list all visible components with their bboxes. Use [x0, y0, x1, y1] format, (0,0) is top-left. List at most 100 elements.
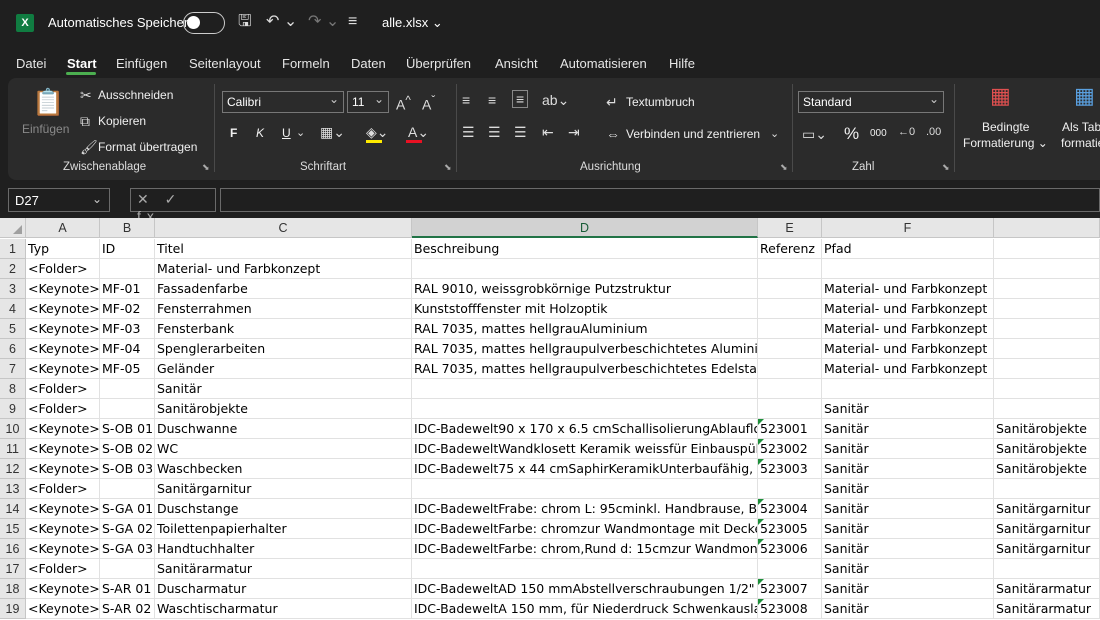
- table-cell[interactable]: MF-04: [100, 339, 155, 359]
- table-cell[interactable]: [758, 559, 822, 579]
- table-cell[interactable]: Toilettenpapierhalter: [155, 519, 412, 539]
- table-cell[interactable]: [994, 259, 1100, 279]
- tab-start[interactable]: Start: [67, 56, 97, 71]
- name-box-dropdown-icon[interactable]: ⌄: [92, 192, 102, 206]
- table-cell[interactable]: S-GA 01: [100, 499, 155, 519]
- row-header[interactable]: 4: [0, 299, 26, 319]
- column-header[interactable]: B: [100, 218, 155, 238]
- column-header[interactable]: C: [155, 218, 412, 238]
- font-size-dropdown[interactable]: 11: [347, 91, 389, 113]
- conditional-formatting-icon[interactable]: ▦: [990, 85, 1011, 107]
- table-cell[interactable]: Waschtischarmatur: [155, 599, 412, 619]
- table-cell[interactable]: Sanitärobjekte: [994, 439, 1100, 459]
- fill-color-icon[interactable]: ◈⌄: [366, 124, 389, 140]
- decrease-decimal-icon[interactable]: .00: [926, 124, 941, 140]
- table-cell[interactable]: Sanitärgarnitur: [994, 539, 1100, 559]
- table-cell[interactable]: Sanitär: [822, 499, 994, 519]
- table-cell[interactable]: MF-05: [100, 359, 155, 379]
- paste-button[interactable]: Einfügen: [22, 122, 69, 136]
- table-cell[interactable]: Sanitär: [822, 399, 994, 419]
- table-cell[interactable]: IDC-BadeweltWandklosett Keramik weissfür…: [412, 439, 758, 459]
- table-cell[interactable]: RAL 9010, weissgrobkörnige Putzstruktur: [412, 279, 758, 299]
- grow-font-icon[interactable]: A^: [396, 93, 411, 113]
- row-header[interactable]: 16: [0, 539, 26, 559]
- format-painter-button[interactable]: Format übertragen: [98, 140, 197, 154]
- align-top-icon[interactable]: ≡: [462, 92, 470, 108]
- table-cell[interactable]: Sanitär: [822, 439, 994, 459]
- table-cell[interactable]: RAL 7035, mattes hellgrauAluminium: [412, 319, 758, 339]
- format-as-table-label-2[interactable]: formatier: [1061, 136, 1100, 150]
- table-cell[interactable]: Sanitärarmatur: [155, 559, 412, 579]
- italic-button[interactable]: K: [256, 126, 264, 140]
- table-cell[interactable]: [758, 379, 822, 399]
- table-cell[interactable]: [994, 399, 1100, 419]
- table-cell[interactable]: [412, 399, 758, 419]
- table-cell[interactable]: [100, 559, 155, 579]
- row-header[interactable]: 6: [0, 339, 26, 359]
- conditional-formatting-label-1[interactable]: Bedingte: [982, 120, 1029, 134]
- tab-ansicht[interactable]: Ansicht: [495, 56, 538, 71]
- table-cell[interactable]: <Folder>: [26, 559, 100, 579]
- table-cell[interactable]: Sanitärgarnitur: [994, 519, 1100, 539]
- table-cell[interactable]: 523004: [758, 499, 822, 519]
- table-cell[interactable]: Kunststofffenster mit Holzoptik: [412, 299, 758, 319]
- wrap-text-button[interactable]: Textumbruch: [626, 95, 695, 109]
- tab-datei[interactable]: Datei: [16, 56, 46, 71]
- table-cell[interactable]: [994, 359, 1100, 379]
- table-cell[interactable]: Sanitärgarnitur: [994, 499, 1100, 519]
- table-cell[interactable]: Material- und Farbkonzept: [822, 279, 994, 299]
- table-cell[interactable]: Waschbecken: [155, 459, 412, 479]
- table-cell[interactable]: IDC-BadeweltFarbe: chrom,Rund d: 15cmzur…: [412, 539, 758, 559]
- currency-icon[interactable]: ▭⌄: [802, 126, 827, 142]
- row-header[interactable]: 11: [0, 439, 26, 459]
- table-cell[interactable]: ID: [100, 239, 155, 259]
- column-header[interactable]: D: [412, 218, 758, 238]
- table-cell[interactable]: IDC-BadeweltA 150 mm, für Niederdruck Sc…: [412, 599, 758, 619]
- table-cell[interactable]: S-OB 03: [100, 459, 155, 479]
- table-cell[interactable]: <Keynote>: [26, 519, 100, 539]
- table-cell[interactable]: MF-02: [100, 299, 155, 319]
- table-cell[interactable]: Titel: [155, 239, 412, 259]
- table-cell[interactable]: [994, 559, 1100, 579]
- increase-indent-icon[interactable]: ⇥: [568, 124, 580, 140]
- table-cell[interactable]: Material- und Farbkonzept: [822, 319, 994, 339]
- table-cell[interactable]: <Keynote>: [26, 439, 100, 459]
- table-cell[interactable]: <Keynote>: [26, 299, 100, 319]
- table-cell[interactable]: Sanitär: [822, 419, 994, 439]
- clipboard-launcher-icon[interactable]: ⬊: [202, 162, 210, 173]
- table-cell[interactable]: [994, 479, 1100, 499]
- underline-button[interactable]: U: [282, 126, 291, 140]
- wrap-text-icon[interactable]: ↵: [606, 94, 618, 110]
- tab-seitenlayout[interactable]: Seitenlayout: [189, 56, 261, 71]
- table-cell[interactable]: Sanitärobjekte: [994, 459, 1100, 479]
- table-cell[interactable]: Sanitärobjekte: [994, 419, 1100, 439]
- table-cell[interactable]: <Keynote>: [26, 459, 100, 479]
- row-header[interactable]: 12: [0, 459, 26, 479]
- border-icon[interactable]: ▦⌄: [320, 124, 345, 140]
- table-cell[interactable]: Material- und Farbkonzept: [822, 359, 994, 379]
- table-cell[interactable]: <Keynote>: [26, 279, 100, 299]
- table-cell[interactable]: Spenglerarbeiten: [155, 339, 412, 359]
- table-cell[interactable]: Material- und Farbkonzept: [155, 259, 412, 279]
- table-cell[interactable]: <Keynote>: [26, 339, 100, 359]
- table-cell[interactable]: [412, 259, 758, 279]
- table-cell[interactable]: <Keynote>: [26, 599, 100, 619]
- number-format-dropdown[interactable]: Standard: [798, 91, 944, 113]
- customize-icon[interactable]: ≡: [348, 12, 357, 32]
- table-cell[interactable]: MF-03: [100, 319, 155, 339]
- row-header[interactable]: 17: [0, 559, 26, 579]
- align-center-icon[interactable]: ☰: [488, 124, 501, 140]
- table-cell[interactable]: Sanitärobjekte: [155, 399, 412, 419]
- decrease-indent-icon[interactable]: ⇤: [542, 124, 554, 140]
- row-header[interactable]: 9: [0, 399, 26, 419]
- autosave-toggle[interactable]: [183, 12, 225, 34]
- column-header[interactable]: A: [26, 218, 100, 238]
- orientation-icon[interactable]: ab⌄: [542, 92, 569, 108]
- copy-button[interactable]: Kopieren: [98, 114, 146, 128]
- table-cell[interactable]: Fensterrahmen: [155, 299, 412, 319]
- table-cell[interactable]: Fensterbank: [155, 319, 412, 339]
- align-bottom-icon[interactable]: ≡: [512, 90, 529, 108]
- table-cell[interactable]: Pfad: [822, 239, 994, 259]
- table-cell[interactable]: RAL 7035, mattes hellgraupulverbeschicht…: [412, 339, 758, 359]
- table-cell[interactable]: S-OB 01: [100, 419, 155, 439]
